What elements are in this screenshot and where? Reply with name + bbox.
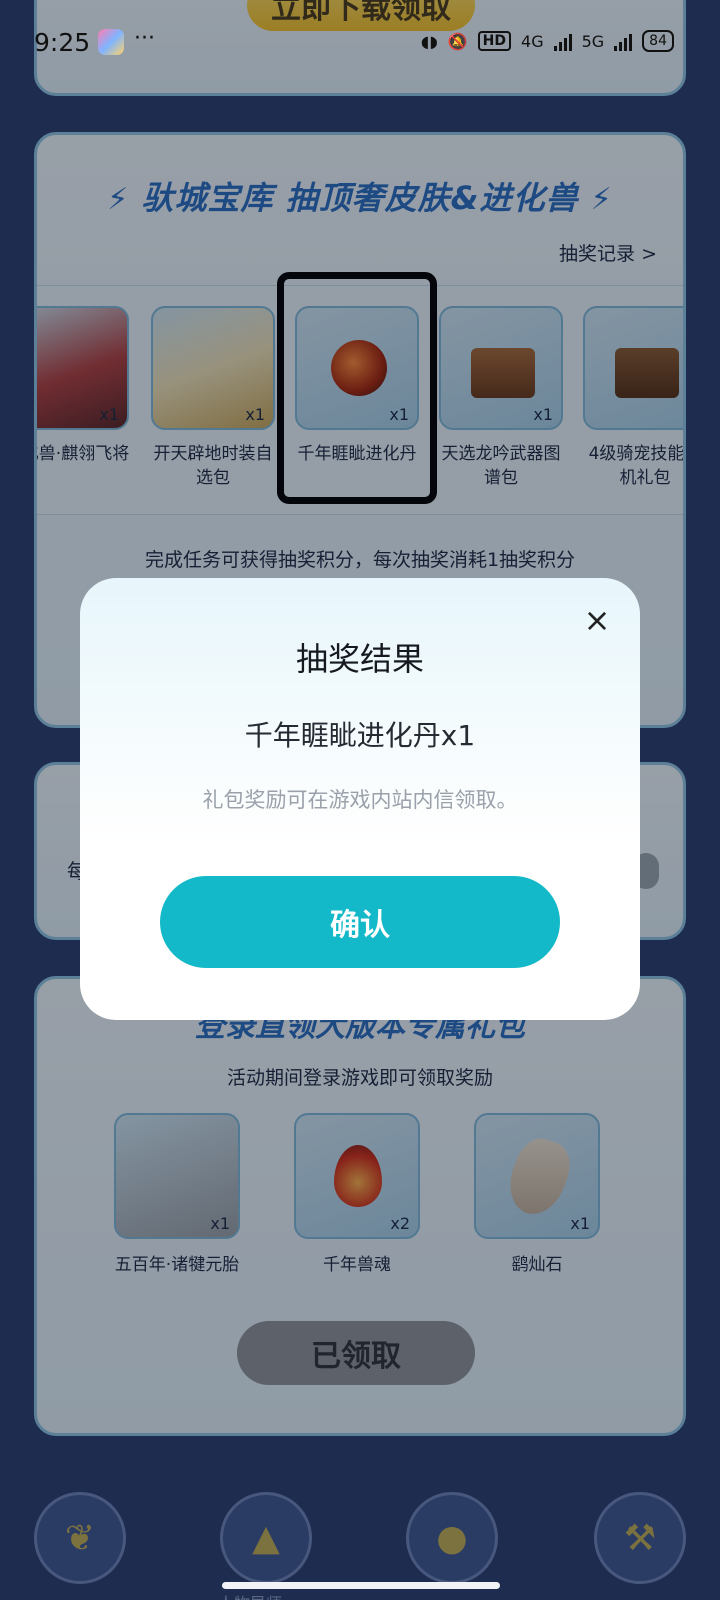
signal-bars-icon	[614, 31, 633, 51]
dialog-title: 抽奖结果	[295, 640, 424, 678]
draw-result-dialog: × 抽奖结果 千年睚眦进化丹x1 礼包奖励可在游戏内站内信领取。 确认	[80, 578, 640, 1020]
mute-bell-icon: 🔕	[447, 31, 468, 51]
signal-5g-label: 5G	[581, 31, 605, 51]
confirm-button[interactable]: 确认	[160, 876, 560, 968]
claim-note: 礼包奖励可在游戏内站内信领取。	[202, 788, 518, 812]
prize-result: 千年睚眦进化丹x1	[244, 719, 476, 752]
more-notifications-icon: ···	[134, 26, 155, 51]
signal-4g-label: 4G	[521, 31, 544, 51]
close-icon[interactable]: ×	[582, 604, 612, 636]
clock: 9:25	[34, 28, 91, 57]
battery-icon: 84	[642, 30, 674, 52]
game-center-icon	[98, 29, 124, 55]
home-indicator[interactable]	[222, 1582, 500, 1589]
signal-bars-icon	[553, 31, 572, 51]
hd-icon: HD	[477, 31, 512, 51]
system-icons: ◖◗ 🔕 HD 4G 5G 84	[421, 30, 674, 52]
status-bar: 9:25 ··· ◖◗ 🔕 HD 4G 5G 84	[0, 0, 720, 86]
earbuds-icon: ◖◗	[420, 31, 438, 51]
